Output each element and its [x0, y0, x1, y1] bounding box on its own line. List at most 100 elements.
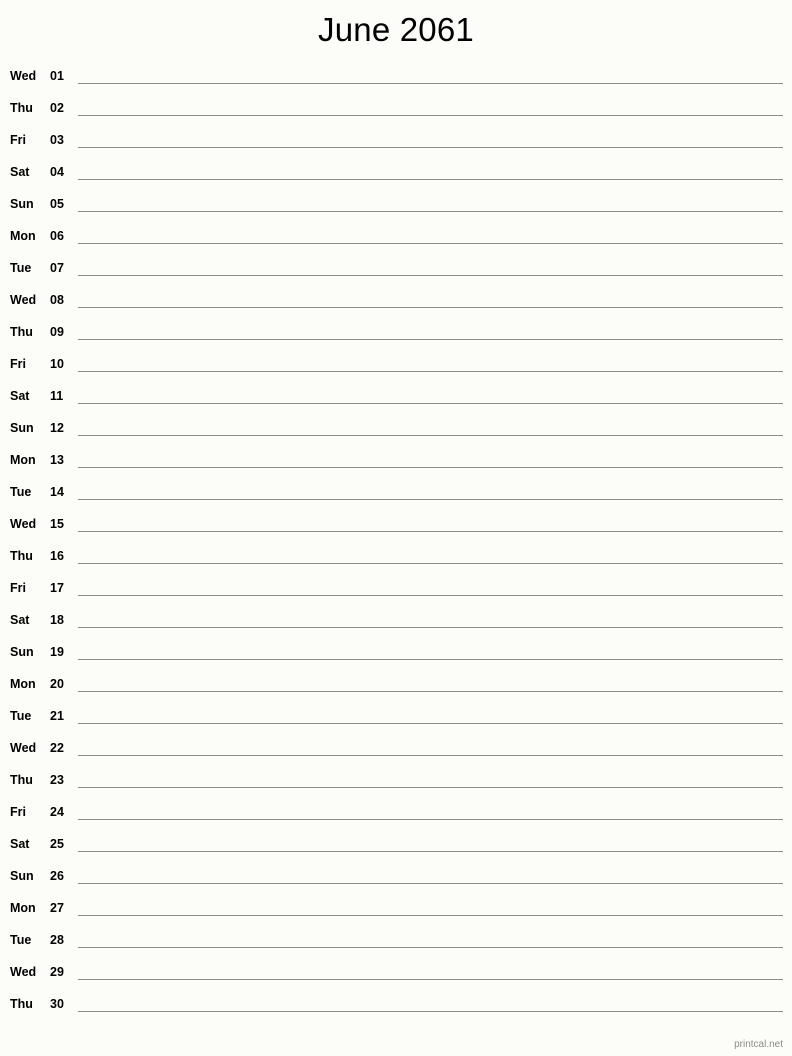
day-weekday-label: Wed [10, 293, 37, 307]
day-number-label: 24 [50, 805, 64, 819]
day-weekday-label: Thu [10, 549, 33, 563]
day-write-line[interactable] [78, 403, 783, 404]
day-row[interactable]: Fri 17 [0, 574, 792, 606]
day-write-line[interactable] [78, 243, 783, 244]
day-row[interactable]: Mon 13 [0, 446, 792, 478]
day-write-line[interactable] [78, 755, 783, 756]
day-number-label: 27 [50, 901, 64, 915]
day-row[interactable]: Sun 12 [0, 414, 792, 446]
day-write-line[interactable] [78, 275, 783, 276]
day-weekday-label: Fri [10, 357, 26, 371]
day-row[interactable]: Wed 01 [0, 62, 792, 94]
calendar-page: June 2061 Wed 01 Thu 02 Fri 03 Sat 04 Sun 05 Mon 06… [0, 0, 792, 1056]
day-write-line[interactable] [78, 947, 783, 948]
day-write-line[interactable] [78, 115, 783, 116]
day-weekday-label: Fri [10, 805, 26, 819]
day-row[interactable]: Mon 27 [0, 894, 792, 926]
day-weekday-label: Thu [10, 997, 33, 1011]
day-write-line[interactable] [78, 435, 783, 436]
day-number-label: 07 [50, 261, 64, 275]
day-row[interactable]: Sat 11 [0, 382, 792, 414]
day-number-label: 28 [50, 933, 64, 947]
day-row-list: Wed 01 Thu 02 Fri 03 Sat 04 Sun 05 Mon 06 Tue 07 Wed 08… [0, 62, 792, 1022]
day-write-line[interactable] [78, 211, 783, 212]
day-weekday-label: Sat [10, 837, 30, 851]
day-row[interactable]: Fri 10 [0, 350, 792, 382]
day-write-line[interactable] [78, 851, 783, 852]
day-write-line[interactable] [78, 147, 783, 148]
day-weekday-label: Tue [10, 261, 32, 275]
day-row[interactable]: Thu 09 [0, 318, 792, 350]
day-weekday-label: Tue [10, 933, 32, 947]
day-number-label: 25 [50, 837, 64, 851]
day-row[interactable]: Sun 26 [0, 862, 792, 894]
day-weekday-label: Wed [10, 517, 37, 531]
day-row[interactable]: Sat 04 [0, 158, 792, 190]
day-row[interactable]: Tue 14 [0, 478, 792, 510]
day-row[interactable]: Thu 23 [0, 766, 792, 798]
footer-credit: printcal.net [734, 1039, 783, 1050]
day-row[interactable]: Tue 07 [0, 254, 792, 286]
day-number-label: 08 [50, 293, 64, 307]
day-write-line[interactable] [78, 531, 783, 532]
day-write-line[interactable] [78, 371, 783, 372]
day-write-line[interactable] [78, 819, 783, 820]
day-weekday-label: Sat [10, 613, 30, 627]
day-row[interactable]: Sat 25 [0, 830, 792, 862]
day-weekday-label: Sun [10, 645, 34, 659]
day-write-line[interactable] [78, 723, 783, 724]
day-row[interactable]: Wed 29 [0, 958, 792, 990]
day-write-line[interactable] [78, 499, 783, 500]
day-row[interactable]: Sat 18 [0, 606, 792, 638]
day-number-label: 09 [50, 325, 64, 339]
day-write-line[interactable] [78, 979, 783, 980]
day-number-label: 22 [50, 741, 64, 755]
day-number-label: 02 [50, 101, 64, 115]
day-row[interactable]: Tue 21 [0, 702, 792, 734]
day-weekday-label: Mon [10, 453, 36, 467]
day-row[interactable]: Tue 28 [0, 926, 792, 958]
day-weekday-label: Sun [10, 197, 34, 211]
day-row[interactable]: Sun 19 [0, 638, 792, 670]
day-row[interactable]: Mon 06 [0, 222, 792, 254]
day-weekday-label: Mon [10, 229, 36, 243]
day-number-label: 06 [50, 229, 64, 243]
day-weekday-label: Fri [10, 581, 26, 595]
day-row[interactable]: Thu 02 [0, 94, 792, 126]
day-write-line[interactable] [78, 883, 783, 884]
day-write-line[interactable] [78, 627, 783, 628]
day-write-line[interactable] [78, 691, 783, 692]
day-row[interactable]: Sun 05 [0, 190, 792, 222]
day-write-line[interactable] [78, 307, 783, 308]
day-write-line[interactable] [78, 467, 783, 468]
day-weekday-label: Sat [10, 389, 30, 403]
day-write-line[interactable] [78, 339, 783, 340]
day-row[interactable]: Wed 08 [0, 286, 792, 318]
day-write-line[interactable] [78, 915, 783, 916]
day-write-line[interactable] [78, 1011, 783, 1012]
day-number-label: 15 [50, 517, 64, 531]
day-row[interactable]: Mon 20 [0, 670, 792, 702]
day-number-label: 19 [50, 645, 64, 659]
day-row[interactable]: Wed 22 [0, 734, 792, 766]
day-row[interactable]: Fri 24 [0, 798, 792, 830]
day-weekday-label: Thu [10, 773, 33, 787]
day-weekday-label: Tue [10, 485, 32, 499]
day-row[interactable]: Thu 16 [0, 542, 792, 574]
day-number-label: 16 [50, 549, 64, 563]
day-weekday-label: Thu [10, 325, 33, 339]
day-row[interactable]: Wed 15 [0, 510, 792, 542]
day-write-line[interactable] [78, 179, 783, 180]
day-write-line[interactable] [78, 83, 783, 84]
day-weekday-label: Thu [10, 101, 33, 115]
day-write-line[interactable] [78, 595, 783, 596]
day-write-line[interactable] [78, 787, 783, 788]
day-weekday-label: Tue [10, 709, 32, 723]
day-row[interactable]: Fri 03 [0, 126, 792, 158]
day-weekday-label: Fri [10, 133, 26, 147]
day-number-label: 01 [50, 69, 64, 83]
day-write-line[interactable] [78, 659, 783, 660]
day-number-label: 14 [50, 485, 64, 499]
day-write-line[interactable] [78, 563, 783, 564]
day-row[interactable]: Thu 30 [0, 990, 792, 1022]
